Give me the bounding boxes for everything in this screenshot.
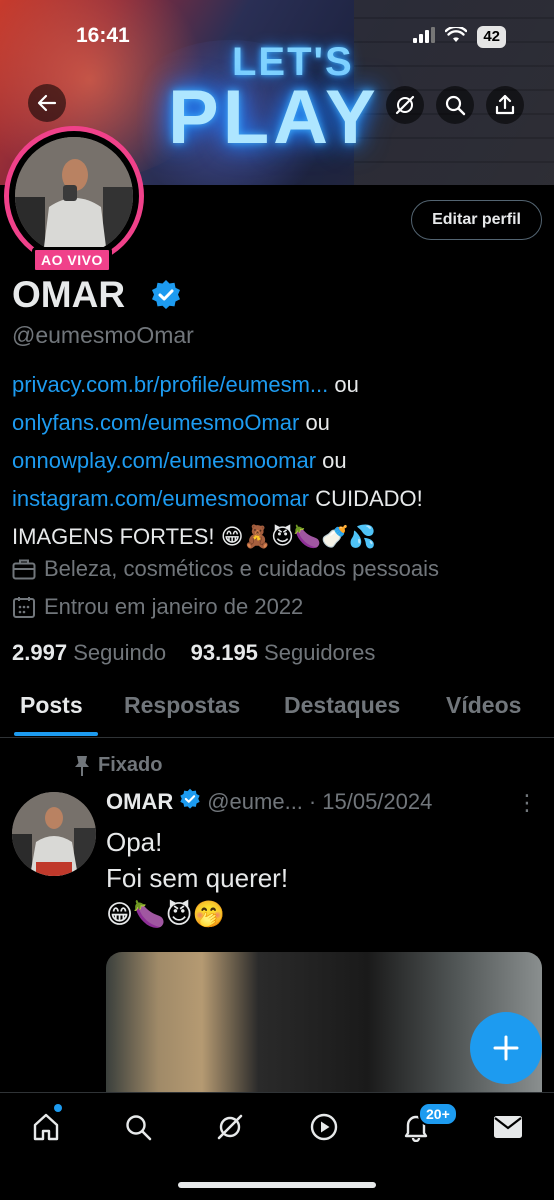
post-author-name[interactable]: OMAR xyxy=(106,789,173,815)
wifi-icon xyxy=(444,25,468,48)
grok-button[interactable] xyxy=(386,86,424,124)
followers-label: Seguidores xyxy=(264,640,376,665)
post-more-button[interactable]: ⋮ xyxy=(516,790,538,816)
plus-icon xyxy=(493,1035,519,1061)
banner-neon-text-main: PLAY xyxy=(168,75,380,160)
verified-badge-icon[interactable] xyxy=(150,279,182,316)
back-button[interactable] xyxy=(28,84,66,122)
bio-separator: ou xyxy=(328,372,359,397)
bio-line-1: privacy.com.br/profile/eumesm... ou xyxy=(12,366,542,404)
share-icon xyxy=(495,94,515,115)
profile-bio: privacy.com.br/profile/eumesm... ou only… xyxy=(12,366,542,556)
followers-link[interactable]: 93.195 Seguidores xyxy=(191,640,376,665)
live-badge[interactable]: AO VIVO xyxy=(32,247,112,273)
bio-line-4: instagram.com/eumesmoomar CUIDADO! xyxy=(12,480,542,518)
post-header: OMAR @eume... · 15/05/2024 xyxy=(106,788,432,816)
pinned-text: Fixado xyxy=(98,754,163,776)
profile-joined: Entrou em janeiro de 2022 xyxy=(12,594,303,620)
post-date[interactable]: 15/05/2024 xyxy=(322,789,432,815)
joined-text: Entrou em janeiro de 2022 xyxy=(44,594,304,619)
nav-home[interactable] xyxy=(28,1109,64,1145)
compose-post-button[interactable] xyxy=(470,1012,542,1084)
nav-messages[interactable] xyxy=(490,1109,526,1145)
pinned-label: Fixado xyxy=(74,754,162,777)
tab-videos[interactable]: Vídeos xyxy=(446,692,521,719)
grok-icon xyxy=(217,1114,243,1140)
notifications-badge: 20+ xyxy=(418,1102,458,1126)
following-label: Seguindo xyxy=(73,640,167,665)
calendar-icon xyxy=(13,597,35,618)
post-author-avatar[interactable] xyxy=(12,792,96,876)
post-text: Opa! Foi sem querer! 😁🍆😈🤭 xyxy=(106,824,288,932)
tab-posts[interactable]: Posts xyxy=(20,692,83,719)
bio-separator: ou xyxy=(316,448,347,473)
post-media[interactable] xyxy=(106,952,542,1092)
bio-line-3: onnowplay.com/eumesmoomar ou xyxy=(12,442,542,480)
bio-link-privacy[interactable]: privacy.com.br/profile/eumesm... xyxy=(12,372,328,397)
briefcase-icon xyxy=(12,559,36,580)
grok-icon xyxy=(395,95,415,115)
pin-icon xyxy=(75,755,89,776)
signal-icon xyxy=(413,26,436,48)
avatar-photo xyxy=(15,137,133,255)
nav-video[interactable] xyxy=(306,1109,342,1145)
active-tab-indicator xyxy=(14,732,98,736)
search-icon xyxy=(126,1115,152,1141)
home-indicator[interactable] xyxy=(178,1182,376,1188)
edit-profile-button[interactable]: Editar perfil xyxy=(411,200,542,240)
home-unread-dot xyxy=(54,1104,62,1112)
bio-separator: ou xyxy=(299,410,330,435)
profile-tabs: Posts Respostas Destaques Vídeos xyxy=(0,688,554,738)
arrow-left-icon xyxy=(37,94,57,112)
bio-warning: CUIDADO! xyxy=(309,486,423,511)
share-button[interactable] xyxy=(486,86,524,124)
post-text-line-2: Foi sem querer! xyxy=(106,863,289,893)
status-icons: 42 xyxy=(413,25,506,48)
bio-link-onlyfans[interactable]: onlyfans.com/eumesmoOmar xyxy=(12,410,299,435)
play-circle-icon xyxy=(310,1113,338,1141)
post-author-handle[interactable]: @eume... xyxy=(207,789,303,815)
status-time: 16:41 xyxy=(76,24,130,47)
category-text: Beleza, cosméticos e cuidados pessoais xyxy=(44,556,439,581)
profile-category: Beleza, cosméticos e cuidados pessoais xyxy=(12,556,439,582)
search-button[interactable] xyxy=(436,86,474,124)
followers-count: 93.195 xyxy=(190,640,258,665)
battery-indicator: 42 xyxy=(477,26,506,48)
profile-name: OMAR xyxy=(12,274,126,315)
search-icon xyxy=(445,95,466,116)
post-text-emojis: 😁🍆😈🤭 xyxy=(106,899,225,929)
mail-icon xyxy=(494,1116,522,1138)
profile-avatar[interactable] xyxy=(4,126,144,266)
bio-line-5: IMAGENS FORTES! 😁🧸😈🍆🍼💦 xyxy=(12,524,377,549)
bio-line-2: onlyfans.com/eumesmoOmar ou xyxy=(12,404,542,442)
post-separator: · xyxy=(308,789,317,814)
post-verified-badge-icon xyxy=(179,788,201,816)
follow-stats: 2.997 Seguindo 93.195 Seguidores xyxy=(12,640,375,666)
tab-highlights[interactable]: Destaques xyxy=(284,692,400,719)
profile-handle: @eumesmoOmar xyxy=(12,322,194,348)
nav-grok[interactable] xyxy=(212,1109,248,1145)
bio-link-instagram[interactable]: instagram.com/eumesmoomar xyxy=(12,486,309,511)
bio-link-onnowplay[interactable]: onnowplay.com/eumesmoomar xyxy=(12,448,316,473)
tab-replies[interactable]: Respostas xyxy=(124,692,240,719)
home-icon xyxy=(33,1113,59,1141)
following-link[interactable]: 2.997 Seguindo xyxy=(12,640,166,665)
following-count: 2.997 xyxy=(12,640,68,665)
nav-search[interactable] xyxy=(120,1109,156,1145)
post-text-line-1: Opa! xyxy=(106,827,163,857)
